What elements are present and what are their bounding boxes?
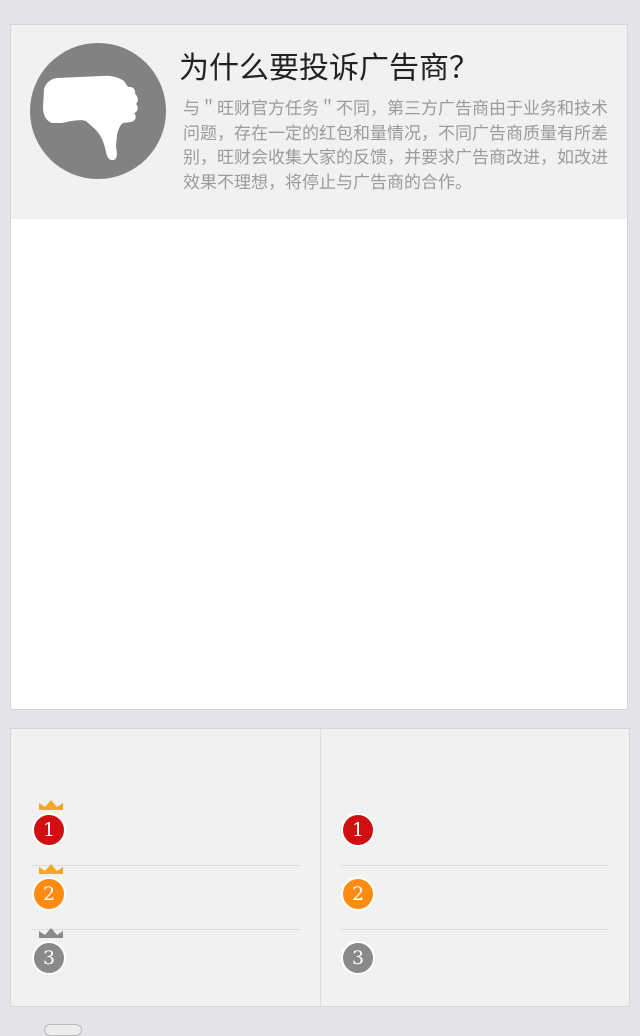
column-divider bbox=[320, 729, 321, 1006]
ranking-row[interactable]: 2 bbox=[32, 864, 300, 930]
complaint-header: 为什么要投诉广告商？ 与＂旺财官方任务＂不同，第三方广告商由于业务和技术问题，存… bbox=[11, 25, 627, 219]
ranking-row[interactable]: 1 bbox=[341, 801, 609, 866]
page-description: 与＂旺财官方任务＂不同，第三方广告商由于业务和技术问题，存在一定的红包和量情况，… bbox=[183, 99, 608, 193]
rank-medal-2: 2 bbox=[32, 864, 66, 911]
ranking-row[interactable]: 3 bbox=[32, 928, 300, 993]
rank-medal-1: 1 bbox=[32, 800, 66, 847]
ranking-column-left: 1 2 3 bbox=[32, 729, 300, 1006]
thumbs-down-icon bbox=[43, 75, 138, 161]
ranking-column-right: 1 2 3 bbox=[341, 729, 609, 1006]
rank-medal-2: 2 bbox=[341, 877, 375, 911]
rank-number: 1 bbox=[351, 819, 365, 841]
rank-number: 3 bbox=[351, 947, 365, 969]
rank-medal-1: 1 bbox=[341, 813, 375, 847]
rank-number: 2 bbox=[351, 883, 365, 905]
rank-number: 2 bbox=[42, 883, 56, 905]
bottom-tab-handle[interactable] bbox=[44, 1024, 82, 1036]
crown-gray-icon bbox=[39, 928, 63, 938]
crown-gold-icon bbox=[39, 800, 63, 810]
page-title: 为什么要投诉广告商？ bbox=[179, 51, 479, 86]
rank-medal-3: 3 bbox=[341, 941, 375, 975]
thumbs-down-avatar bbox=[30, 43, 166, 179]
complaint-card: 为什么要投诉广告商？ 与＂旺财官方任务＂不同，第三方广告商由于业务和技术问题，存… bbox=[10, 24, 628, 710]
rank-number: 3 bbox=[42, 947, 56, 969]
ranking-panel: 1 2 3 1 2 3 bbox=[10, 728, 630, 1007]
rank-medal-3: 3 bbox=[32, 928, 66, 975]
crown-gold-icon bbox=[39, 864, 63, 874]
rank-number: 1 bbox=[42, 819, 56, 841]
ranking-row[interactable]: 2 bbox=[341, 865, 609, 930]
ranking-row[interactable]: 1 bbox=[32, 800, 300, 866]
ranking-row[interactable]: 3 bbox=[341, 929, 609, 993]
